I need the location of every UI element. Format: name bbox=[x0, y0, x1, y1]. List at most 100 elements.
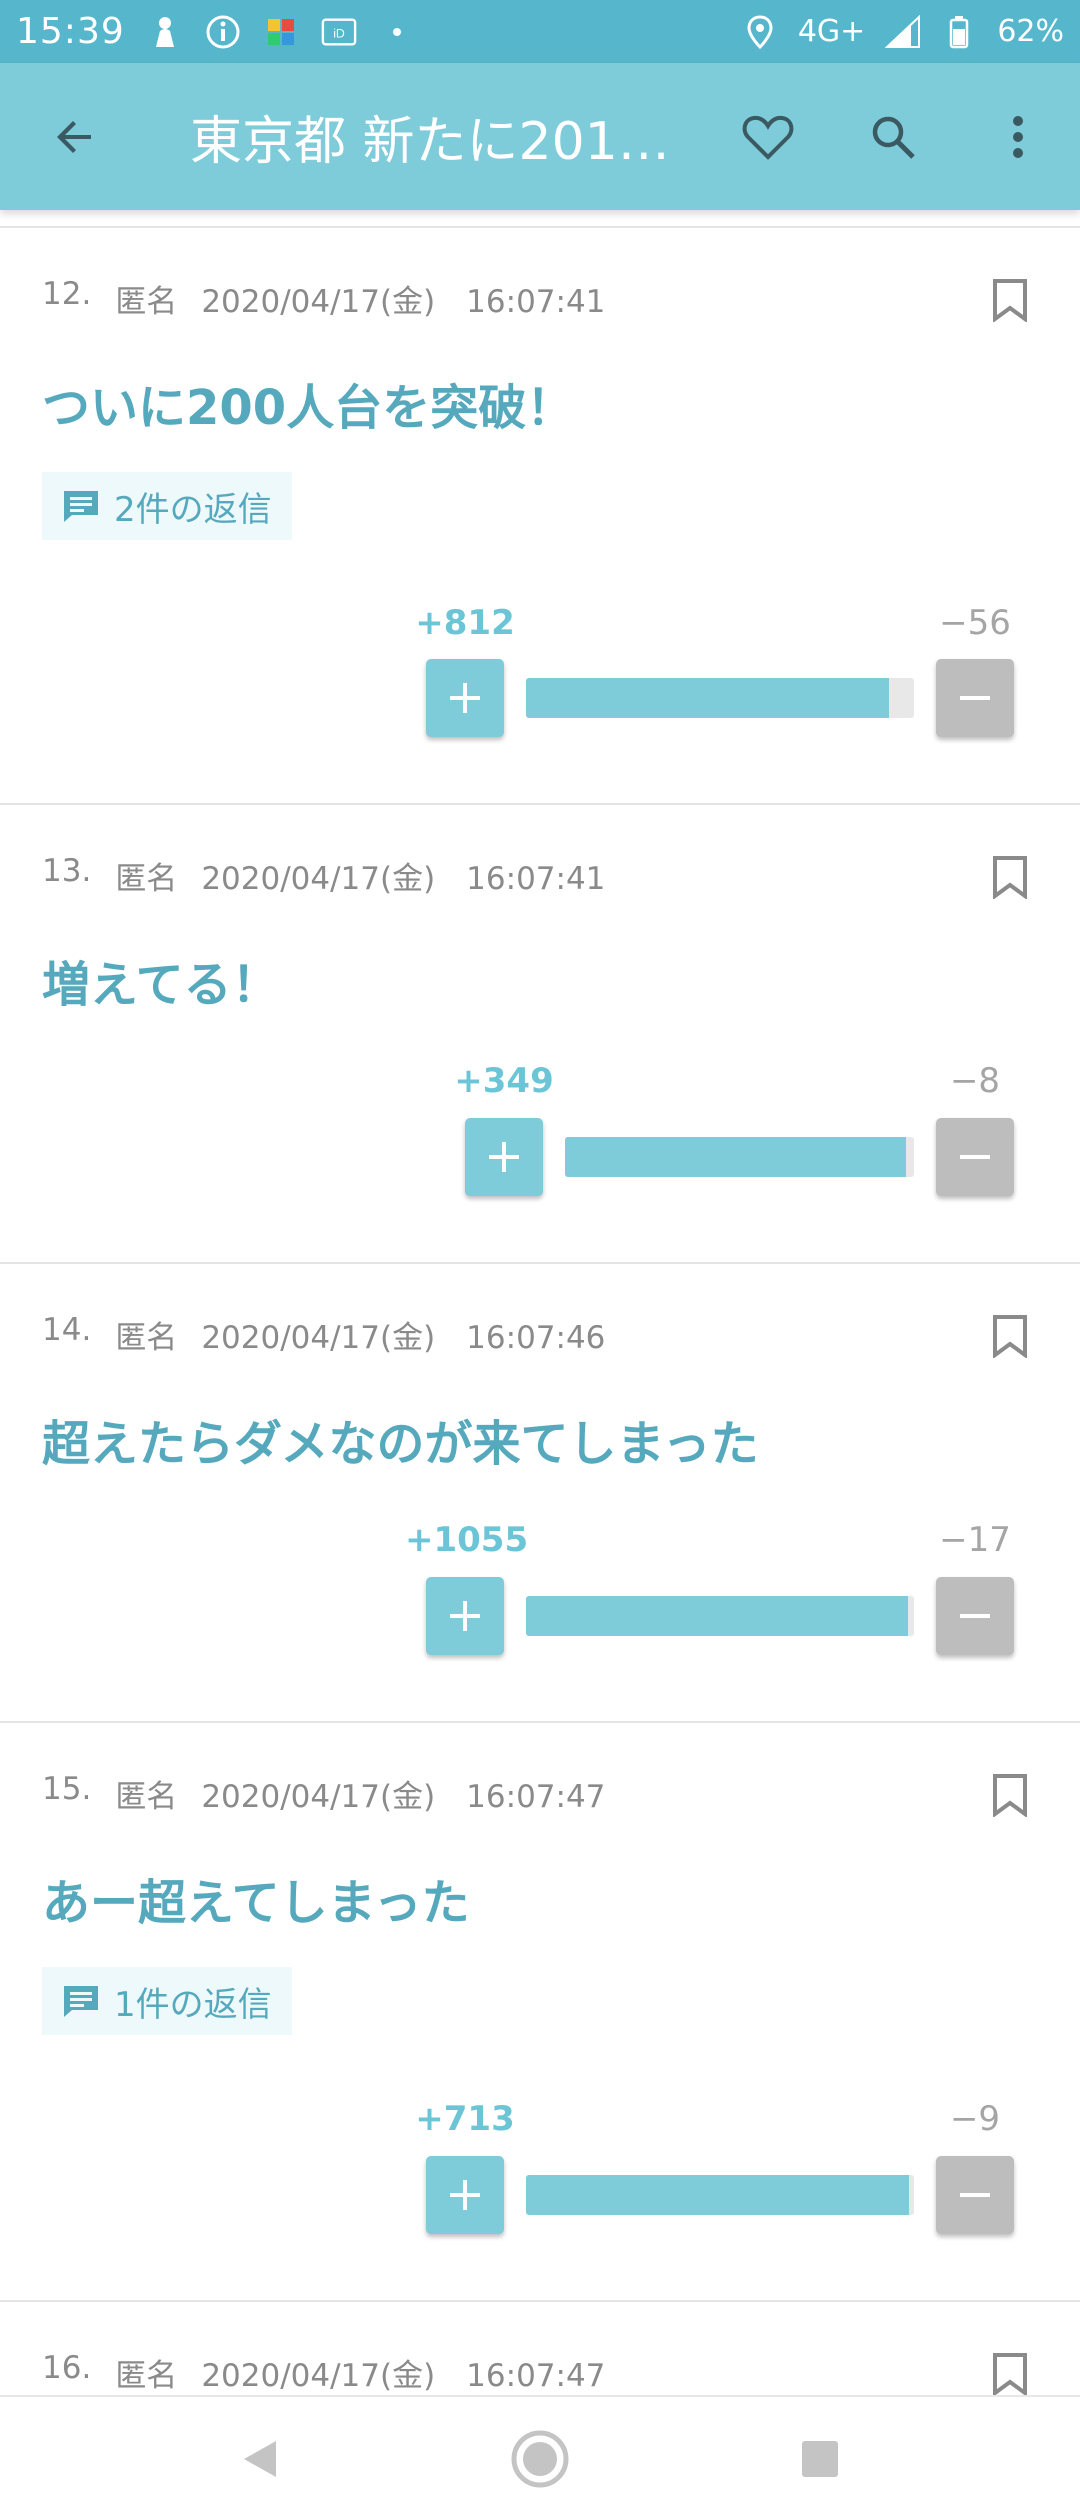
triangle-back-icon bbox=[244, 2440, 276, 2477]
app-bar: 東京都 新たに201人… bbox=[0, 63, 1080, 210]
replies-count: 2件の返信 bbox=[114, 489, 272, 530]
minus-button[interactable] bbox=[936, 2156, 1014, 2234]
minus-icon bbox=[960, 696, 990, 700]
comment-item: 15. 匿名 2020/04/17(金) 16:07:47 あー超えてしまった … bbox=[0, 1721, 1080, 2300]
comment-author: 匿名 bbox=[115, 1320, 178, 1356]
status-time: 15:39 bbox=[16, 11, 125, 52]
app-grid-icon bbox=[263, 14, 299, 50]
network-type: 4G+ bbox=[797, 14, 866, 49]
bookmark-button[interactable] bbox=[992, 855, 1028, 900]
info-icon bbox=[205, 14, 241, 50]
dot-icon bbox=[379, 14, 415, 50]
comment-number: 14. bbox=[42, 1312, 92, 1348]
replies-button[interactable]: 1件の返信 bbox=[42, 1967, 292, 2035]
bookmark-icon bbox=[993, 2353, 1027, 2397]
vote-ratio-bar bbox=[526, 1596, 914, 1636]
comment-text: ついに200人台を突破！ bbox=[42, 380, 575, 436]
comment-datetime: 2020/04/17(金) 16:07:41 bbox=[201, 861, 606, 897]
comment-author: 匿名 bbox=[115, 284, 178, 320]
comment-datetime: 2020/04/17(金) 16:07:41 bbox=[201, 284, 606, 320]
circle-home-icon bbox=[511, 2430, 569, 2487]
vote-ratio-bar bbox=[526, 678, 914, 718]
minus-count: −17 bbox=[939, 1520, 1011, 1560]
search-button[interactable] bbox=[830, 63, 955, 210]
minus-button[interactable] bbox=[936, 1118, 1014, 1196]
bookmark-button[interactable] bbox=[992, 1314, 1028, 1359]
vote-ratio-fill bbox=[526, 2175, 910, 2215]
minus-count: −56 bbox=[939, 603, 1011, 643]
vote-ratio-bar bbox=[565, 1137, 914, 1177]
plus-icon bbox=[489, 1142, 519, 1172]
minus-button[interactable] bbox=[936, 659, 1014, 737]
comment-text: 超えたらダメなのが来てしまった bbox=[42, 1416, 759, 1472]
plus-icon bbox=[450, 683, 480, 713]
minus-icon bbox=[960, 2193, 990, 2197]
plus-button[interactable] bbox=[426, 1577, 504, 1655]
plus-count: +713 bbox=[415, 2099, 515, 2139]
square-recents-icon bbox=[802, 2440, 838, 2477]
comment-author: 匿名 bbox=[115, 1779, 178, 1815]
vote-ratio-bar bbox=[526, 2175, 914, 2215]
plus-icon bbox=[450, 1601, 480, 1631]
plus-button[interactable] bbox=[465, 1118, 543, 1196]
nav-recents-button[interactable] bbox=[775, 2414, 865, 2504]
comment-list: 12. 匿名 2020/04/17(金) 16:07:41 ついに200人台を突… bbox=[0, 226, 1080, 2500]
vote-ratio-fill bbox=[565, 1137, 907, 1177]
comment-item: 14. 匿名 2020/04/17(金) 16:07:46 超えたらダメなのが来… bbox=[0, 1262, 1080, 1721]
comment-author: 匿名 bbox=[115, 2358, 178, 2394]
bookmark-button[interactable] bbox=[992, 278, 1028, 323]
favorite-button[interactable] bbox=[705, 63, 830, 210]
back-button[interactable] bbox=[0, 63, 150, 210]
comment-number: 16. bbox=[42, 2350, 92, 2386]
minus-count: −8 bbox=[949, 1061, 1001, 1101]
vote-ratio-fill bbox=[526, 1596, 908, 1636]
comment-datetime: 2020/04/17(金) 16:07:47 bbox=[201, 2358, 606, 2394]
chat-icon bbox=[64, 1986, 98, 2017]
plus-count: +349 bbox=[454, 1061, 554, 1101]
comment-text: 増えてる！ bbox=[42, 957, 280, 1013]
bookmark-button[interactable] bbox=[992, 1773, 1028, 1818]
replies-count: 1件の返信 bbox=[114, 1984, 272, 2025]
nav-back-button[interactable] bbox=[215, 2414, 305, 2504]
battery-icon bbox=[941, 14, 977, 50]
more-button[interactable] bbox=[955, 63, 1080, 210]
signal-icon bbox=[885, 14, 921, 50]
comment-item: 13. 匿名 2020/04/17(金) 16:07:41 増えてる！ +349… bbox=[0, 803, 1080, 1262]
comment-number: 12. bbox=[42, 276, 92, 312]
minus-count: −9 bbox=[949, 2099, 1001, 2139]
bookmark-icon bbox=[993, 1315, 1027, 1359]
location-icon bbox=[742, 14, 778, 50]
bookmark-icon bbox=[993, 1774, 1027, 1818]
comment-author: 匿名 bbox=[115, 861, 178, 897]
plus-button[interactable] bbox=[426, 2156, 504, 2234]
vote-ratio-fill bbox=[526, 678, 889, 718]
plus-count: +812 bbox=[415, 603, 515, 643]
plus-button[interactable] bbox=[426, 659, 504, 737]
more-vert-icon bbox=[1012, 115, 1023, 158]
heart-icon bbox=[742, 115, 793, 160]
replies-button[interactable]: 2件の返信 bbox=[42, 472, 292, 540]
comment-datetime: 2020/04/17(金) 16:07:46 bbox=[201, 1320, 606, 1356]
plus-icon bbox=[450, 2180, 480, 2210]
page-title: 東京都 新たに201人… bbox=[190, 112, 700, 172]
notification-icon bbox=[147, 14, 183, 50]
bookmark-button[interactable] bbox=[992, 2352, 1028, 2397]
plus-count: +1055 bbox=[405, 1520, 529, 1560]
comment-number: 15. bbox=[42, 1771, 92, 1807]
battery-level: 62% bbox=[997, 14, 1064, 49]
id-card-icon: iD bbox=[321, 14, 357, 50]
chat-icon bbox=[64, 491, 98, 522]
search-icon bbox=[872, 116, 915, 159]
status-bar: 15:39 iD 4G+ 62% bbox=[0, 0, 1080, 63]
back-arrow-icon bbox=[57, 120, 91, 153]
svg-text:iD: iD bbox=[333, 26, 345, 40]
bookmark-icon bbox=[993, 279, 1027, 323]
minus-icon bbox=[960, 1614, 990, 1618]
minus-icon bbox=[960, 1155, 990, 1159]
minus-button[interactable] bbox=[936, 1577, 1014, 1655]
comment-number: 13. bbox=[42, 853, 92, 889]
system-nav-bar bbox=[0, 2395, 1080, 2520]
nav-home-button[interactable] bbox=[495, 2414, 585, 2504]
comment-text: あー超えてしまった bbox=[42, 1875, 470, 1931]
bookmark-icon bbox=[993, 856, 1027, 900]
